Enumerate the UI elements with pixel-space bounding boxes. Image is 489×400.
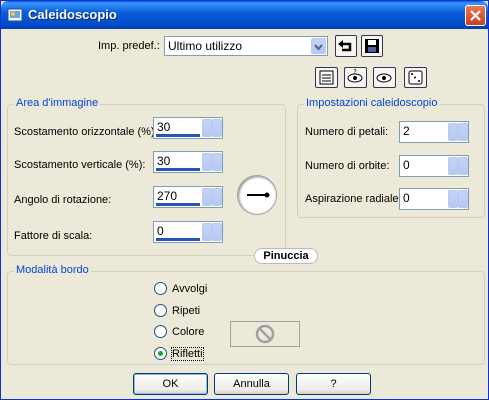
reset-preset-button[interactable] [335, 35, 357, 57]
rotation-angle-value: 270 [157, 189, 178, 203]
window-title: Caleidoscopio [28, 7, 117, 22]
kaleidoscope-settings-title: Impostazioni caleidoscopio [304, 97, 440, 109]
radio-repeat[interactable] [154, 304, 167, 317]
rotation-angle-input[interactable]: 270 [153, 186, 223, 208]
vertical-offset-input[interactable]: 30 [153, 151, 223, 173]
radio-color[interactable] [154, 325, 167, 338]
orbits-input[interactable]: 0 [399, 155, 469, 177]
border-mode-title: Modalità bordo [14, 264, 91, 276]
radio-wrap[interactable] [154, 282, 167, 295]
color-swatch[interactable] [230, 321, 300, 347]
horizontal-offset-label: Scostamento orizzontale (%): [14, 126, 158, 138]
floppy-disk-icon [365, 39, 379, 53]
radio-color-label[interactable]: Colore [172, 326, 204, 338]
close-button[interactable] [465, 5, 486, 26]
author-watermark: Pinuccia [254, 248, 318, 264]
dice-icon [408, 70, 423, 85]
svg-text:?: ? [353, 68, 357, 76]
preset-select[interactable]: Ultimo utilizzo [164, 36, 328, 56]
reset-arrow-icon [338, 40, 352, 52]
chevron-down-icon[interactable] [212, 223, 222, 241]
ok-button[interactable]: OK [133, 373, 208, 395]
radio-reflect-label[interactable]: Rifletti [171, 347, 204, 361]
preview-eye-button[interactable] [373, 67, 396, 88]
spin-up-down-icon[interactable] [448, 123, 458, 141]
title-bar[interactable]: Caleidoscopio [1, 1, 488, 29]
horizontal-offset-slider[interactable] [156, 134, 200, 137]
chevron-down-icon[interactable] [311, 38, 326, 54]
dial-arrow-icon [247, 192, 270, 198]
radial-suction-input[interactable]: 0 [399, 188, 469, 210]
chevron-down-icon[interactable] [212, 153, 222, 171]
randomize-layout-button[interactable] [315, 67, 338, 88]
spin-up-down-icon[interactable] [448, 190, 458, 208]
scale-factor-label: Fattore di scala: [14, 230, 93, 242]
orbits-value: 0 [403, 158, 410, 172]
radio-reflect[interactable] [154, 347, 167, 360]
scale-factor-value: 0 [157, 224, 164, 238]
radio-wrap-label[interactable]: Avvolgi [172, 283, 207, 295]
spin-up-down-icon[interactable] [448, 157, 458, 175]
eye-question-icon: ? [347, 68, 363, 83]
scale-factor-slider[interactable] [156, 238, 200, 241]
scale-factor-input[interactable]: 0 [153, 221, 223, 243]
cancel-button[interactable]: Annulla [214, 373, 289, 395]
border-mode-group [7, 271, 485, 365]
chevron-down-icon[interactable] [212, 188, 222, 206]
rotation-angle-label: Angolo di rotazione: [14, 194, 112, 206]
save-preset-button[interactable] [361, 35, 383, 57]
eye-icon [376, 73, 392, 83]
radial-suction-value: 0 [403, 191, 410, 205]
petals-input[interactable]: 2 [399, 121, 469, 143]
radio-repeat-label[interactable]: Ripeti [172, 305, 200, 317]
chevron-down-icon[interactable] [458, 123, 468, 141]
image-area-title: Area d'immagine [14, 97, 101, 109]
vertical-offset-value: 30 [157, 154, 171, 168]
preset-label: Imp. predef.: [98, 40, 160, 52]
close-icon [470, 10, 481, 21]
chevron-down-icon[interactable] [458, 157, 468, 175]
spin-up-down-icon[interactable] [202, 119, 212, 137]
app-icon [7, 8, 23, 22]
help-button[interactable]: ? [296, 373, 371, 395]
preview-eye-question-button[interactable]: ? [344, 67, 367, 88]
spin-up-down-icon[interactable] [202, 188, 212, 206]
chevron-down-icon[interactable] [212, 119, 222, 137]
spin-up-down-icon[interactable] [202, 153, 212, 171]
randomize-button[interactable] [404, 67, 427, 88]
petals-value: 2 [403, 124, 410, 138]
dialog-window: Caleidoscopio Imp. predef.: Ultimo utili… [0, 0, 489, 400]
orbits-label: Numero di orbite: [305, 160, 390, 172]
vertical-offset-slider[interactable] [156, 168, 200, 171]
rotation-angle-slider[interactable] [156, 203, 200, 206]
horizontal-offset-input[interactable]: 30 [153, 117, 223, 139]
horizontal-offset-value: 30 [157, 120, 171, 134]
chevron-down-icon[interactable] [458, 190, 468, 208]
petals-label: Numero di petali: [305, 126, 389, 138]
spin-up-down-icon[interactable] [202, 223, 212, 241]
table-layout-icon [319, 70, 334, 85]
disabled-icon [255, 324, 275, 344]
radial-suction-label: Aspirazione radiale: [305, 193, 402, 205]
rotation-dial[interactable] [237, 175, 277, 215]
preset-value: Ultimo utilizzo [168, 39, 243, 53]
vertical-offset-label: Scostamento verticale (%): [14, 159, 146, 171]
